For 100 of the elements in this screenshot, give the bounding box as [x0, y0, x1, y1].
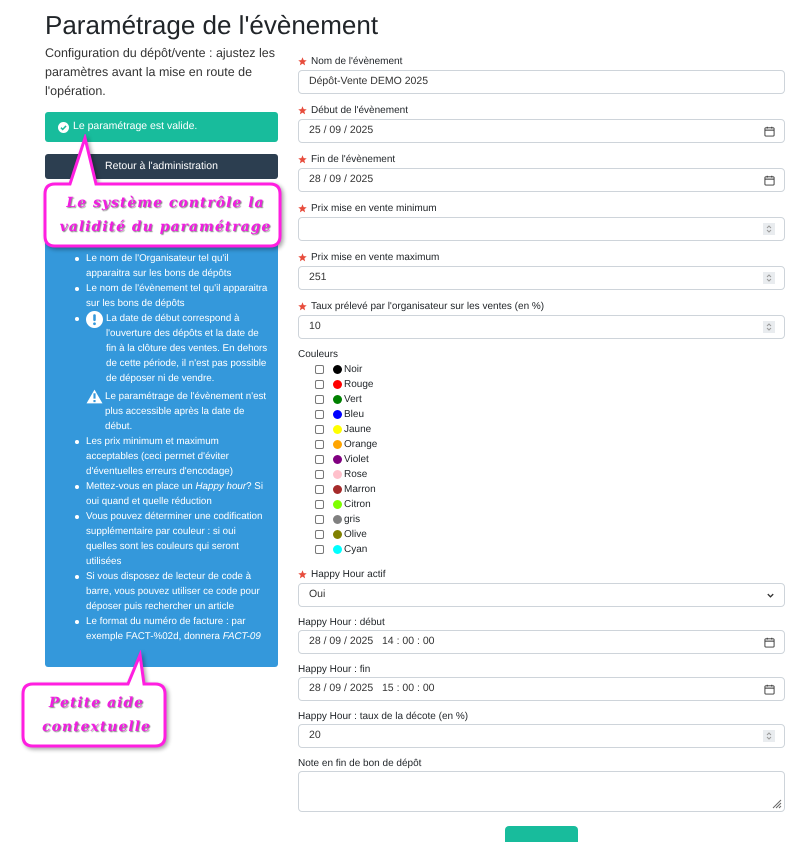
field-value: 28 / 09 / 2025 14 : 00 : 00	[309, 634, 436, 650]
field-label: Couleurs	[298, 348, 338, 362]
bullet-icon	[75, 287, 79, 291]
required-star-icon	[298, 570, 307, 578]
spinner-arrows-icon[interactable]	[763, 272, 775, 284]
field-label: Note en fin de bon de dépôt	[298, 756, 422, 770]
bullet-icon	[75, 257, 79, 261]
checkbox[interactable]	[315, 485, 324, 494]
help-text: Mettez-vous en place un Happy hour? Si oui quand et quelle réduction	[86, 481, 264, 507]
help-text: La date de début correspond à l'ouverture des dépôts et la date de fin à la clôture des ventes. En dehors de cette période, il n'est pas possible de déposer ni de vendre.	[106, 312, 268, 386]
field-label: Prix mise en vente maximum	[311, 250, 440, 264]
warning-triangle-icon	[86, 389, 103, 404]
field-value: 25 / 09 / 2025	[309, 123, 374, 138]
number-input[interactable]: 251	[298, 266, 785, 290]
warning-text: Le paramétrage de l'évènement n'est plus accessible après la date de début.	[105, 390, 268, 434]
date-input[interactable]: 28 / 09 / 2025	[298, 168, 785, 192]
date-input[interactable]: 28 / 09 / 2025 14 : 00 : 00	[298, 630, 785, 654]
checkbox[interactable]	[315, 530, 324, 539]
check-circle-icon	[58, 122, 69, 132]
text-input[interactable]: Dépôt-Vente DEMO 2025	[298, 70, 785, 94]
calendar-icon	[764, 174, 775, 186]
bullet-icon	[75, 620, 79, 624]
bullet-icon	[75, 485, 79, 489]
field-value: 28 / 09 / 2025	[309, 172, 374, 188]
checkbox[interactable]	[315, 545, 324, 554]
color-label: Violet	[344, 453, 369, 467]
page-title: Paramétrage de l'évènement	[45, 9, 378, 42]
exclamation-circle-icon	[86, 311, 103, 328]
callout-text: Le système contrôle la validité du paramétrage	[58, 194, 272, 237]
checkbox[interactable]	[315, 500, 324, 509]
bullet-icon	[75, 515, 79, 519]
checkbox[interactable]	[315, 440, 324, 449]
intro-text: Configuration du dépôt/vente : ajustez les paramètres avant la mise en route de l'opération.	[45, 45, 276, 100]
checkbox[interactable]	[315, 515, 324, 524]
color-label: gris	[344, 513, 360, 527]
help-text: Vous pouvez déterminer une codification supplémentaire par couleur : si oui quelles sont les couleurs qui seront utilisées	[86, 511, 262, 567]
field-label: Nom de l'évènement	[311, 54, 402, 68]
help-text: Si vous disposez de lecteur de code à barre, vous pouvez utiliser ce code pour déposer puis rechercher un article	[86, 571, 260, 612]
number-input[interactable]	[298, 217, 785, 241]
checkbox[interactable]	[315, 455, 324, 464]
color-label: Citron	[344, 498, 371, 512]
required-star-icon	[298, 56, 307, 66]
required-star-icon	[298, 302, 307, 310]
field-label: Happy Hour : taux de la décote (en %)	[298, 710, 468, 724]
date-input[interactable]: 25 / 09 / 2025	[298, 119, 785, 143]
help-text: Les prix minimum et maximum acceptables (ceci permet d'éviter d'éventuelles erreurs d'encodage)	[86, 436, 233, 477]
field-label: Happy Hour : début	[298, 616, 385, 630]
field-label: Happy Hour actif	[311, 568, 386, 582]
field-value: 28 / 09 / 2025 15 : 00 : 00	[309, 681, 436, 696]
color-label: Marron	[344, 483, 376, 497]
spinner-arrows-icon[interactable]	[763, 223, 775, 235]
checkbox[interactable]	[315, 365, 324, 374]
color-label: Rose	[344, 468, 368, 482]
checkbox[interactable]	[315, 410, 324, 419]
calendar-icon	[764, 636, 775, 648]
field-label: Début de l'évènement	[311, 104, 408, 118]
required-star-icon	[298, 204, 307, 212]
callout-text: Petite aide contextuelle	[41, 694, 152, 737]
help-text: Le nom de l'évènement tel qu'il apparaitra sur les bons de dépôts	[86, 283, 268, 309]
select-dropdown[interactable]: Oui	[298, 583, 785, 607]
bullet-icon	[75, 440, 79, 444]
status-text: Le paramétrage est valide.	[73, 119, 198, 134]
color-label: Noir	[344, 363, 362, 377]
field-value: Oui	[309, 587, 326, 602]
back-button[interactable]: Retour à l'administration	[45, 154, 278, 179]
field-label: Prix mise en vente minimum	[311, 202, 437, 216]
color-label: Rouge	[344, 378, 374, 392]
field-label: Happy Hour : fin	[298, 662, 370, 676]
required-star-icon	[298, 252, 307, 262]
required-star-icon	[298, 106, 307, 114]
help-text: Le format du numéro de facture : par exemple FACT-%02d, donnera FACT-09	[86, 616, 261, 642]
color-label: Jaune	[344, 423, 372, 437]
calendar-icon	[764, 684, 775, 694]
color-label: Orange	[344, 438, 378, 452]
calendar-icon	[764, 126, 775, 136]
required-star-icon	[298, 154, 307, 164]
field-value: 20	[309, 728, 322, 744]
number-input[interactable]: 10	[298, 315, 785, 339]
spinner-arrows-icon[interactable]	[763, 730, 775, 742]
chevron-down-icon	[766, 590, 775, 600]
field-value: 251	[309, 270, 328, 286]
checkbox[interactable]	[315, 470, 324, 479]
checkbox[interactable]	[315, 425, 324, 434]
field-label: Fin de l'évènement	[311, 152, 396, 166]
help-text: Le nom de l'Organisateur tel qu'il apparaitra sur les bons de dépôts	[86, 253, 232, 279]
color-label: Vert	[344, 393, 362, 407]
color-label: Bleu	[344, 408, 364, 422]
number-input[interactable]: 20	[298, 724, 785, 748]
field-value: Dépôt-Vente DEMO 2025	[309, 74, 430, 90]
date-input[interactable]: 28 / 09 / 2025 15 : 00 : 00	[298, 677, 785, 701]
bullet-icon	[75, 317, 79, 321]
checkbox[interactable]	[315, 395, 324, 404]
color-label: Cyan	[344, 543, 368, 557]
color-label: Olive	[344, 528, 367, 542]
field-label: Taux prélevé par l'organisateur sur les ventes (en %)	[311, 300, 544, 314]
spinner-arrows-icon[interactable]	[763, 321, 775, 333]
checkbox[interactable]	[315, 380, 324, 389]
bullet-icon	[75, 575, 79, 579]
resize-grip-icon[interactable]	[770, 797, 782, 809]
field-value: 10	[309, 319, 322, 334]
